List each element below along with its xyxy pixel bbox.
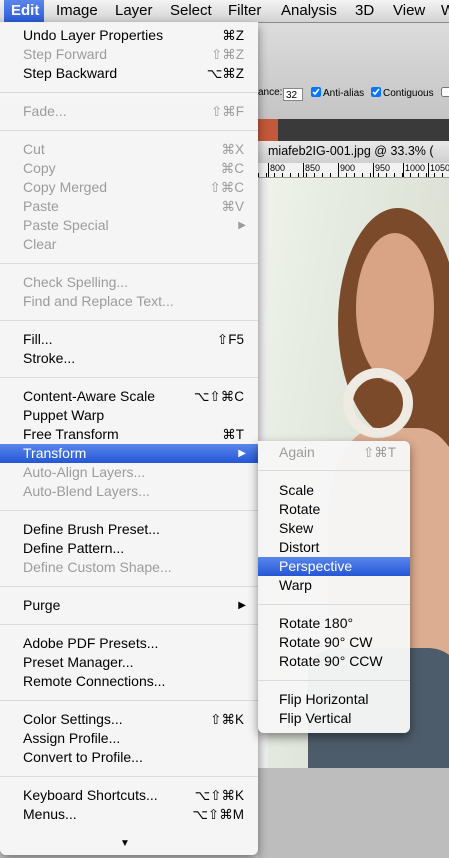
menu-item-adobe-pdf-presets[interactable]: Adobe PDF Presets... bbox=[0, 634, 258, 653]
menu-item-stroke[interactable]: Stroke... bbox=[0, 349, 258, 368]
tab-strip-accent bbox=[258, 119, 278, 141]
menu-item-assign-profile[interactable]: Assign Profile... bbox=[0, 729, 258, 748]
menu-item-check-spelling[interactable]: Check Spelling... bbox=[0, 273, 258, 292]
menu-separator bbox=[0, 700, 258, 701]
menu-separator bbox=[0, 130, 258, 131]
menu-item-free-transform[interactable]: Free Transform ⌘T bbox=[0, 425, 258, 444]
submenu-item-rotate-90-ccw[interactable]: Rotate 90° CCW bbox=[258, 652, 410, 671]
contiguous-option[interactable]: Contiguous bbox=[371, 87, 434, 99]
submenu-arrow-icon: ▶ bbox=[238, 448, 246, 459]
edit-menu: Undo Layer Properties ⌘Z Step Forward ⇧⌘Z … bbox=[0, 22, 258, 855]
ruler-label: 900 bbox=[340, 163, 357, 173]
menu-bar: Edit Image Layer Select Filter Analysis … bbox=[0, 0, 449, 23]
menu-item-fade[interactable]: Fade... ⇧⌘F bbox=[0, 102, 258, 121]
menubar-select[interactable]: Select bbox=[170, 0, 212, 22]
menubar-view[interactable]: View bbox=[393, 0, 425, 22]
menu-item-clear[interactable]: Clear bbox=[0, 235, 258, 254]
contiguous-checkbox[interactable] bbox=[371, 87, 381, 97]
submenu-item-rotate[interactable]: Rotate bbox=[258, 500, 410, 519]
menu-item-puppet-warp[interactable]: Puppet Warp bbox=[0, 406, 258, 425]
menubar-image[interactable]: Image bbox=[56, 0, 98, 22]
horizontal-ruler: 800 850 900 950 1000 1050 bbox=[258, 163, 449, 178]
submenu-item-perspective[interactable]: Perspective bbox=[258, 557, 410, 576]
document-title: miafeb2IG-001.jpg @ 33.3% ( bbox=[268, 144, 434, 158]
menu-separator bbox=[0, 92, 258, 93]
menu-item-find-replace[interactable]: Find and Replace Text... bbox=[0, 292, 258, 311]
menu-item-preset-manager[interactable]: Preset Manager... bbox=[0, 653, 258, 672]
menu-item-define-brush-preset[interactable]: Define Brush Preset... bbox=[0, 520, 258, 539]
ruler-label: 1050 bbox=[430, 163, 449, 173]
menu-separator bbox=[258, 470, 410, 471]
menubar-window[interactable]: W bbox=[441, 0, 449, 22]
menu-item-copy[interactable]: Copy ⌘C bbox=[0, 159, 258, 178]
menu-item-content-aware-scale[interactable]: Content-Aware Scale ⌥⇧⌘C bbox=[0, 387, 258, 406]
menu-separator bbox=[0, 586, 258, 587]
submenu-item-flip-horizontal[interactable]: Flip Horizontal bbox=[258, 690, 410, 709]
ruler-label: 850 bbox=[305, 163, 322, 173]
menu-item-undo[interactable]: Undo Layer Properties ⌘Z bbox=[0, 26, 258, 45]
menu-item-fill[interactable]: Fill... ⇧F5 bbox=[0, 330, 258, 349]
menu-item-step-backward[interactable]: Step Backward ⌥⌘Z bbox=[0, 64, 258, 83]
menu-separator bbox=[0, 263, 258, 264]
ruler-label: 950 bbox=[375, 163, 392, 173]
anti-alias-option[interactable]: Anti-alias bbox=[311, 87, 364, 99]
menu-item-auto-blend-layers[interactable]: Auto-Blend Layers... bbox=[0, 482, 258, 501]
menu-item-paste-special[interactable]: Paste Special ▶ bbox=[0, 216, 258, 235]
menubar-filter[interactable]: Filter bbox=[228, 0, 261, 22]
menu-item-remote-connections[interactable]: Remote Connections... bbox=[0, 672, 258, 691]
ruler-label: 1000 bbox=[405, 163, 427, 173]
submenu-item-skew[interactable]: Skew bbox=[258, 519, 410, 538]
menu-separator bbox=[0, 510, 258, 511]
anti-alias-label: Anti-alias bbox=[323, 88, 365, 99]
menu-item-define-pattern[interactable]: Define Pattern... bbox=[0, 539, 258, 558]
menu-separator bbox=[258, 680, 410, 681]
scroll-down-arrow-icon[interactable]: ▼ bbox=[120, 838, 130, 849]
menu-separator bbox=[0, 320, 258, 321]
menu-item-paste[interactable]: Paste ⌘V bbox=[0, 197, 258, 216]
submenu-item-scale[interactable]: Scale bbox=[258, 481, 410, 500]
submenu-item-distort[interactable]: Distort bbox=[258, 538, 410, 557]
tolerance-input[interactable]: 32 bbox=[283, 88, 303, 101]
submenu-item-rotate-90-cw[interactable]: Rotate 90° CW bbox=[258, 633, 410, 652]
submenu-arrow-icon: ▶ bbox=[238, 600, 246, 611]
menu-item-step-forward[interactable]: Step Forward ⇧⌘Z bbox=[0, 45, 258, 64]
menubar-layer[interactable]: Layer bbox=[115, 0, 153, 22]
menu-item-auto-align-layers[interactable]: Auto-Align Layers... bbox=[0, 463, 258, 482]
document-title-bar[interactable]: miafeb2IG-001.jpg @ 33.3% ( bbox=[258, 141, 449, 164]
tab-strip bbox=[278, 119, 449, 141]
submenu-item-warp[interactable]: Warp bbox=[258, 576, 410, 595]
menu-separator bbox=[258, 604, 410, 605]
submenu-item-flip-vertical[interactable]: Flip Vertical bbox=[258, 709, 410, 728]
menubar-3d[interactable]: 3D bbox=[355, 0, 374, 22]
menu-item-menus[interactable]: Menus... ⌥⇧⌘M bbox=[0, 805, 258, 824]
submenu-arrow-icon: ▶ bbox=[238, 220, 246, 231]
menu-separator bbox=[0, 776, 258, 777]
submenu-item-rotate-180[interactable]: Rotate 180° bbox=[258, 614, 410, 633]
anti-alias-checkbox[interactable] bbox=[311, 87, 321, 97]
menu-item-define-custom-shape[interactable]: Define Custom Shape... bbox=[0, 558, 258, 577]
transform-submenu: Again ⇧⌘T Scale Rotate Skew Distort Persp… bbox=[258, 441, 410, 733]
menu-item-keyboard-shortcuts[interactable]: Keyboard Shortcuts... ⌥⇧⌘K bbox=[0, 786, 258, 805]
menu-item-color-settings[interactable]: Color Settings... ⇧⌘K bbox=[0, 710, 258, 729]
menu-separator bbox=[0, 377, 258, 378]
menu-item-cut[interactable]: Cut ⌘X bbox=[0, 140, 258, 159]
menubar-edit[interactable]: Edit bbox=[4, 0, 44, 22]
menu-separator bbox=[0, 624, 258, 625]
workspace-background bbox=[258, 768, 449, 858]
contiguous-label: Contiguous bbox=[383, 88, 434, 99]
submenu-item-again[interactable]: Again ⇧⌘T bbox=[258, 443, 410, 462]
menu-item-transform[interactable]: Transform ▶ bbox=[0, 444, 258, 463]
menu-item-convert-to-profile[interactable]: Convert to Profile... bbox=[0, 748, 258, 767]
menubar-analysis[interactable]: Analysis bbox=[281, 0, 337, 22]
ruler-label: 800 bbox=[270, 163, 287, 173]
all-layers-checkbox[interactable] bbox=[441, 87, 449, 99]
menu-item-copy-merged[interactable]: Copy Merged ⇧⌘C bbox=[0, 178, 258, 197]
tolerance-label: ance: bbox=[258, 87, 283, 98]
menu-item-purge[interactable]: Purge ▶ bbox=[0, 596, 258, 615]
